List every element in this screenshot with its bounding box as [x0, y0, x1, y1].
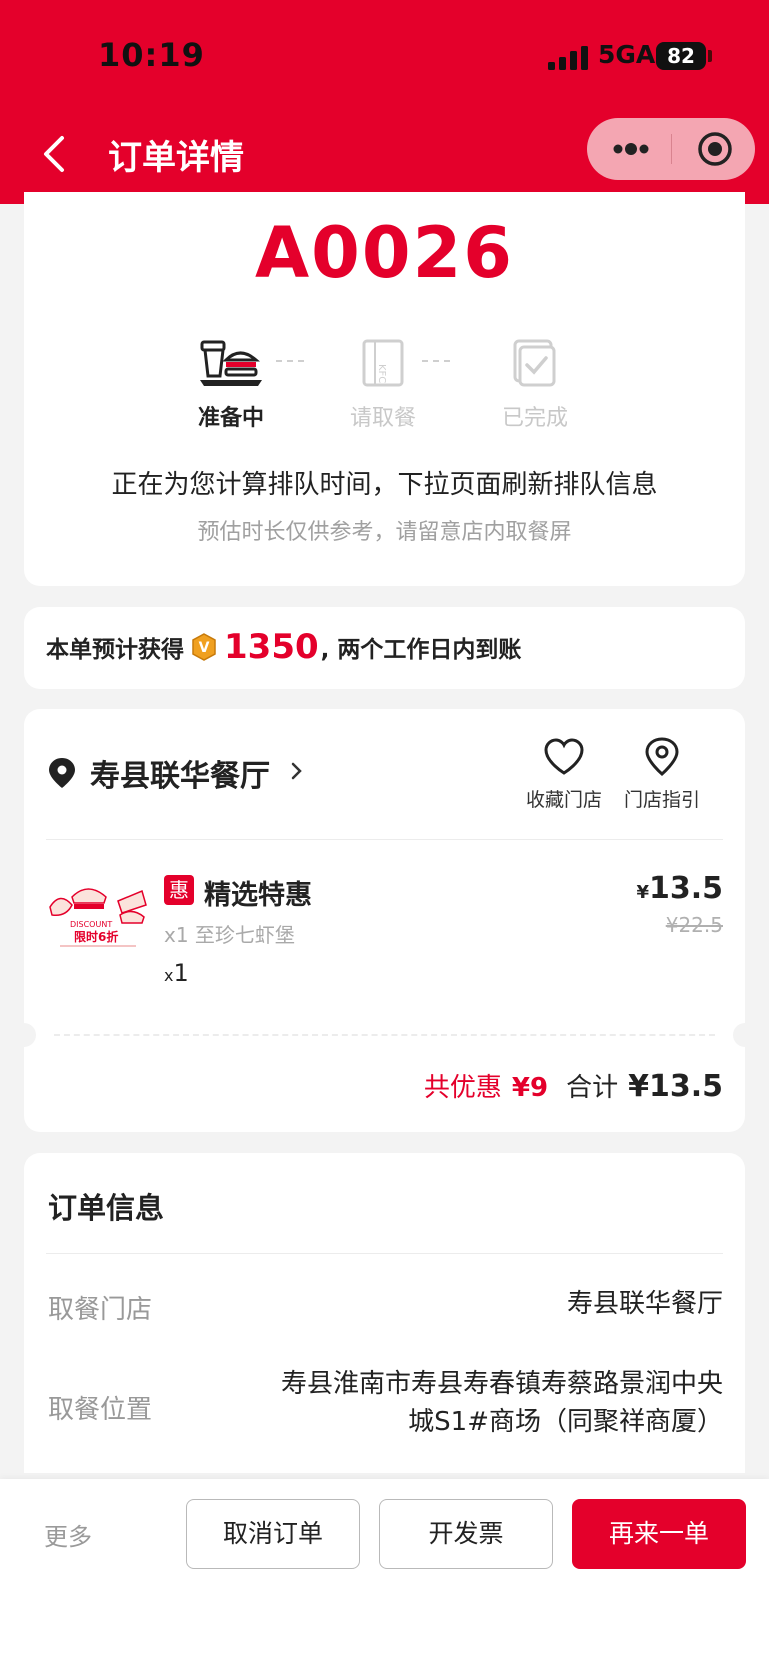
pickup-location-value: 寿县淮南市寿县寿春镇寿蔡路景润中央 城S1#商场（同聚祥商厦） — [281, 1365, 723, 1441]
item-name: 精选特惠 — [204, 880, 312, 911]
page-title: 订单详情 — [108, 138, 244, 178]
points-card: 本单预计获得 V 1350 , 两个工作日内到账 — [24, 607, 745, 689]
step-pickup: KFC 请取餐 — [323, 338, 443, 432]
step-label-completed: 已完成 — [501, 406, 568, 431]
signal-icon — [548, 46, 588, 70]
pickup-location-label: 取餐位置 — [48, 1395, 153, 1425]
heart-icon — [544, 738, 584, 775]
total-label: 合计 — [566, 1073, 619, 1103]
step-preparing: 准备中 — [171, 338, 291, 432]
chevron-right-icon[interactable] — [290, 761, 304, 781]
status-bar: 10:19 5GA 82 — [0, 0, 769, 112]
ticket-notch-right — [733, 1023, 757, 1047]
total-row: 共优惠 ¥9 合计 ¥13.5 — [424, 1067, 723, 1104]
svg-text:限时6折: 限时6折 — [74, 929, 118, 944]
step-connector — [276, 360, 304, 362]
pickup-store-label: 取餐门店 — [48, 1295, 153, 1325]
invoice-button[interactable]: 开发票 — [379, 1499, 553, 1569]
discount-value: ¥9 — [511, 1073, 549, 1103]
store-guide-label: 门店指引 — [623, 789, 700, 811]
step-completed: 已完成 — [475, 338, 595, 432]
nav-bar: 订单详情 — [0, 112, 769, 204]
network-label: 5GA — [598, 40, 656, 69]
store-guide-button[interactable]: 门店指引 — [617, 737, 707, 812]
step-label-preparing: 准备中 — [197, 406, 264, 431]
deal-badge: 惠 — [164, 875, 194, 905]
favorite-store-label: 收藏门店 — [525, 789, 602, 811]
pickup-location-line1: 寿县淮南市寿县寿春镇寿蔡路景润中央 — [280, 1369, 723, 1399]
divider — [46, 839, 723, 840]
step-connector — [422, 360, 450, 362]
order-number: A0026 — [255, 212, 514, 294]
store-name[interactable]: 寿县联华餐厅 — [90, 751, 270, 795]
battery-icon: 82 — [656, 42, 706, 70]
reorder-button[interactable]: 再来一单 — [572, 1499, 746, 1569]
queue-sub-message: 预估时长仅供参考，请留意店内取餐屏 — [197, 520, 572, 545]
quantity-value: 1 — [173, 959, 189, 987]
status-time: 10:19 — [98, 36, 205, 74]
kfc-bag-icon: KFC — [362, 339, 404, 387]
capsule-divider — [671, 134, 672, 164]
favorite-store-button[interactable]: 收藏门店 — [519, 737, 609, 812]
points-row: 本单预计获得 V 1350 , 两个工作日内到账 — [46, 627, 521, 667]
back-arrow-icon[interactable] — [40, 134, 70, 174]
total-value: ¥13.5 — [628, 1069, 723, 1104]
points-value: 1350 — [224, 627, 319, 667]
price-value: 13.5 — [648, 871, 723, 906]
completed-cup-icon — [513, 339, 556, 387]
item-quantity: x1 — [164, 959, 189, 987]
store-card: 寿县联华餐厅 收藏门店 门店指引 DISCOUNT 限时6折 惠 精选特惠 x1… — [12, 709, 757, 1132]
bottom-action-bar: 更多 取消订单 开发票 再来一单 — [0, 1479, 769, 1665]
divider — [46, 1253, 723, 1254]
svg-text:V: V — [199, 640, 210, 656]
item-detail: x1 至珍七虾堡 — [164, 923, 295, 947]
discount-label: 共优惠 — [423, 1073, 502, 1103]
svg-text:KFC: KFC — [376, 364, 387, 383]
price-symbol: ¥ — [636, 882, 649, 903]
item-price: ¥13.5 — [636, 871, 723, 906]
pickup-location-line2: 城S1#商场（同聚祥商厦） — [408, 1407, 723, 1437]
burger-tray-icon — [200, 340, 262, 386]
order-status-card: A0026 准备中 KFC 请取餐 已完成 正在为您计算排队时间，下拉页面刷新排… — [24, 192, 745, 586]
points-prefix: 本单预计获得 — [46, 637, 184, 663]
mini-program-capsule — [587, 118, 755, 180]
more-dots-icon[interactable] — [611, 136, 651, 162]
promo-item-image: DISCOUNT 限时6折 — [46, 877, 150, 955]
cancel-order-button[interactable]: 取消订单 — [186, 1499, 360, 1569]
more-button[interactable]: 更多 — [44, 1517, 92, 1552]
pickup-store-value: 寿县联华餐厅 — [566, 1289, 723, 1319]
order-info-card: 订单信息 取餐门店 寿县联华餐厅 取餐位置 寿县淮南市寿县寿春镇寿蔡路景润中央 … — [24, 1153, 745, 1473]
header: 10:19 5GA 82 订单详情 — [0, 0, 769, 204]
battery-cap — [708, 50, 712, 62]
svg-text:DISCOUNT: DISCOUNT — [70, 920, 112, 929]
location-pin-icon — [49, 758, 75, 788]
item-original-price: ¥22.5 — [665, 913, 723, 937]
points-suffix: , 两个工作日内到账 — [320, 637, 522, 663]
location-outline-icon — [645, 737, 679, 776]
queue-message: 正在为您计算排队时间，下拉页面刷新排队信息 — [111, 470, 658, 500]
ticket-notch-left — [12, 1023, 36, 1047]
step-label-pickup: 请取餐 — [349, 406, 416, 431]
close-miniprogram-icon[interactable] — [695, 129, 735, 169]
dashed-separator — [54, 1034, 715, 1036]
order-info-title: 订单信息 — [48, 1191, 165, 1225]
v-coin-icon: V — [192, 633, 216, 661]
